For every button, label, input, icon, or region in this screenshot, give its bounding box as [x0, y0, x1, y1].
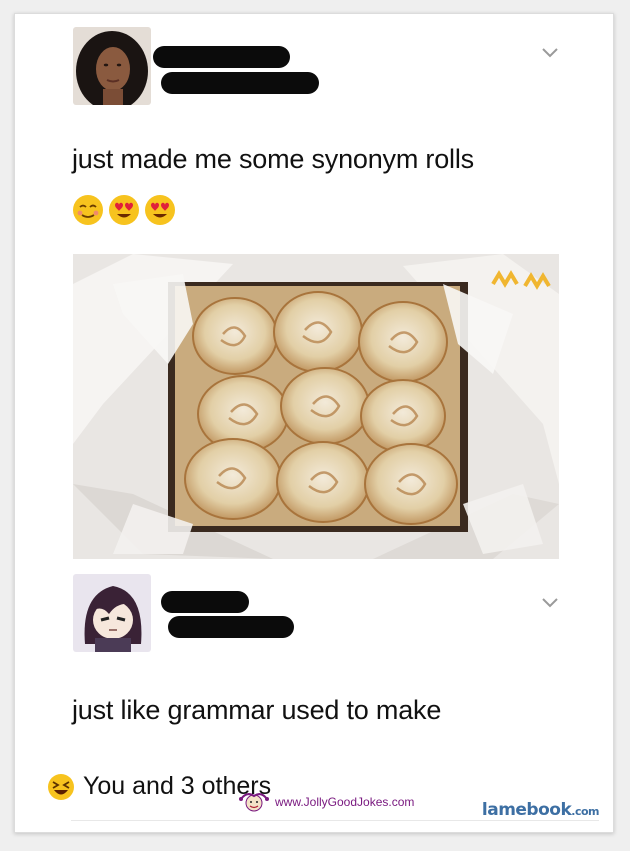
- footer-divider: [71, 820, 599, 821]
- watermark-url: www.JollyGoodJokes.com: [275, 795, 415, 809]
- redacted-display-name: [153, 46, 290, 68]
- heart-eyes-emoji-icon: [145, 195, 175, 225]
- laughing-face-icon: [48, 773, 74, 800]
- redacted-username: [168, 616, 294, 638]
- lamebook-logo: lamebook.com: [481, 800, 600, 820]
- reply-text: just like grammar used to make: [72, 695, 442, 725]
- jollygoodjokes-watermark: www.JollyGoodJokes.com: [237, 791, 414, 813]
- redacted-display-name: [161, 591, 249, 613]
- post-text: just made me some synonym rolls: [72, 144, 474, 174]
- relieved-face-emoji-icon: [73, 195, 103, 225]
- replier-avatar[interactable]: [73, 574, 151, 652]
- cinnamon-rolls-photo[interactable]: [73, 254, 559, 559]
- jester-face-icon: [239, 793, 269, 812]
- heart-eyes-emoji-icon: [109, 195, 139, 225]
- redacted-username: [161, 72, 319, 94]
- social-post-card: just made me some synonym rolls just lik…: [14, 13, 614, 833]
- chevron-down-icon[interactable]: [537, 42, 563, 62]
- poster-avatar[interactable]: [73, 27, 151, 105]
- post-emoji-row: [72, 194, 176, 228]
- chevron-down-icon[interactable]: [537, 592, 563, 612]
